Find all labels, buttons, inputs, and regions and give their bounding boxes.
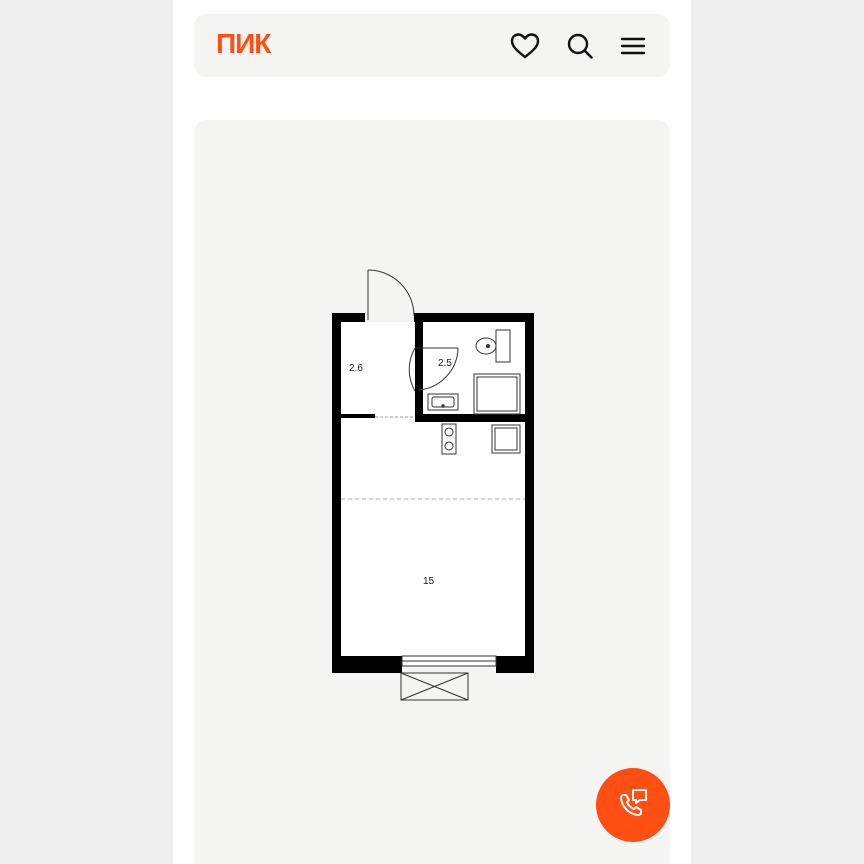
call-button[interactable]: [596, 768, 670, 842]
shower: [473, 373, 521, 415]
phone-chat-icon: [616, 786, 650, 825]
wall-hall-partition: [341, 414, 375, 418]
wall-bathroom-bottom: [415, 414, 534, 422]
page: ПИК 2.6 2.5 15: [173, 0, 691, 864]
header: ПИК: [194, 14, 670, 77]
wall-bathroom-left: [415, 322, 423, 420]
balcony: [400, 672, 469, 701]
wall-left: [332, 313, 341, 673]
wall-bottom-right: [496, 656, 534, 673]
floorplan-interior: [338, 322, 528, 656]
menu-button[interactable]: [618, 31, 648, 61]
search-button[interactable]: [565, 31, 595, 61]
room-area-bathroom: 2.5: [438, 358, 452, 369]
logo[interactable]: ПИК: [216, 30, 271, 58]
kitchen-sink: [491, 424, 521, 454]
room-area-living-room: 15: [423, 576, 435, 587]
entry-door: [367, 269, 415, 320]
wall-top-right: [414, 313, 533, 322]
bathroom-sink: [427, 393, 459, 411]
wall-bottom-left: [332, 656, 402, 673]
room-area-hall: 2.6: [349, 363, 363, 374]
floorplan-card: 2.6 2.5 15: [194, 120, 670, 864]
window: [401, 655, 497, 667]
wall-right: [525, 313, 534, 673]
heart-icon: [510, 32, 540, 60]
floorplan-drawing: [332, 269, 534, 701]
favorites-button[interactable]: [510, 31, 540, 61]
stove: [441, 423, 457, 455]
search-icon: [566, 32, 594, 60]
menu-icon: [620, 36, 646, 56]
